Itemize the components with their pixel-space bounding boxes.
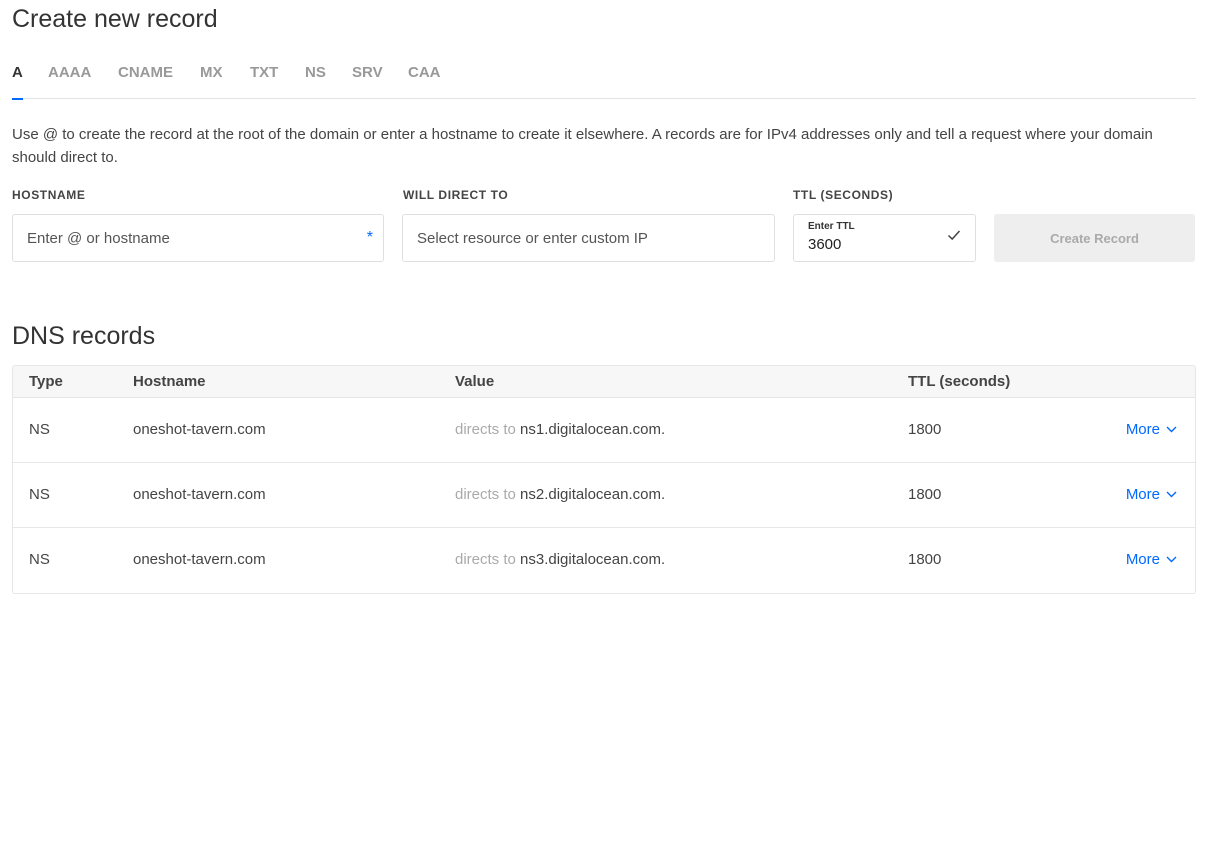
record-value: directs to ns3.digitalocean.com.: [455, 551, 665, 568]
column-ttl: TTL (seconds): [908, 373, 1011, 390]
record-hostname: oneshot-tavern.com: [133, 551, 266, 568]
record-value: directs to ns2.digitalocean.com.: [455, 486, 665, 503]
more-button[interactable]: More: [1126, 421, 1177, 438]
record-ttl: 1800: [908, 551, 942, 568]
record-ttl: 1800: [908, 486, 942, 503]
ttl-value: 3600: [808, 236, 842, 253]
more-label: More: [1125, 551, 1160, 568]
tab-aaaa[interactable]: AAAA: [48, 62, 91, 99]
record-type-tabs: A AAAA CNAME MX TXT NS SRV CAA: [12, 62, 1196, 100]
required-marker: *: [366, 229, 373, 246]
column-hostname: Hostname: [133, 373, 206, 390]
direct-to-label: WILL DIRECT TO: [403, 188, 509, 202]
hostname-placeholder: Enter @ or hostname: [27, 230, 170, 247]
hostname-input[interactable]: Enter @ or hostname *: [12, 214, 384, 262]
hostname-label: HOSTNAME: [12, 188, 86, 202]
column-value: Value: [455, 373, 495, 390]
ttl-label: TTL (SECONDS): [793, 188, 894, 202]
direct-to-input[interactable]: Select resource or enter custom IP: [402, 214, 775, 262]
dns-records-table: Type Hostname Value TTL (seconds) NS one…: [12, 365, 1196, 594]
tab-cname[interactable]: CNAME: [118, 62, 173, 99]
ttl-inner-label: Enter TTL: [808, 221, 855, 232]
record-value-text: ns2.digitalocean.com.: [520, 486, 666, 503]
create-record-button[interactable]: Create Record: [994, 214, 1195, 262]
more-label: More: [1125, 486, 1160, 503]
chevron-down-icon: [1166, 491, 1177, 498]
more-label: More: [1125, 421, 1160, 438]
chevron-down-icon: [1166, 426, 1177, 433]
ttl-input[interactable]: Enter TTL 3600: [793, 214, 976, 262]
more-button[interactable]: More: [1126, 551, 1177, 568]
table-row: NS oneshot-tavern.com directs to ns3.dig…: [13, 528, 1195, 593]
directs-to-prefix: directs to: [455, 551, 516, 568]
check-icon[interactable]: [947, 228, 961, 242]
tab-srv[interactable]: SRV: [352, 62, 383, 99]
dns-records-title: DNS records: [12, 322, 156, 350]
record-hostname: oneshot-tavern.com: [133, 486, 266, 503]
record-type: NS: [29, 551, 50, 568]
more-button[interactable]: More: [1126, 486, 1177, 503]
record-type: NS: [29, 421, 50, 438]
record-value: directs to ns1.digitalocean.com.: [455, 421, 665, 438]
record-ttl: 1800: [908, 421, 942, 438]
tab-caa[interactable]: CAA: [408, 62, 441, 99]
record-hostname: oneshot-tavern.com: [133, 421, 266, 438]
directs-to-prefix: directs to: [455, 486, 516, 503]
table-row: NS oneshot-tavern.com directs to ns1.dig…: [13, 398, 1195, 463]
directs-to-prefix: directs to: [455, 421, 516, 438]
record-value-text: ns3.digitalocean.com.: [520, 551, 666, 568]
column-type: Type: [29, 373, 63, 390]
chevron-down-icon: [1166, 556, 1177, 563]
record-type: NS: [29, 486, 50, 503]
page-title: Create new record: [12, 5, 218, 33]
record-value-text: ns1.digitalocean.com.: [520, 421, 666, 438]
tab-ns[interactable]: NS: [305, 62, 326, 99]
help-text: Use @ to create the record at the root o…: [12, 126, 1153, 166]
tab-mx[interactable]: MX: [200, 62, 223, 99]
table-row: NS oneshot-tavern.com directs to ns2.dig…: [13, 463, 1195, 528]
table-header: Type Hostname Value TTL (seconds): [13, 366, 1195, 398]
direct-to-placeholder: Select resource or enter custom IP: [417, 230, 648, 247]
tab-a[interactable]: A: [12, 62, 23, 100]
tab-txt[interactable]: TXT: [250, 62, 278, 99]
